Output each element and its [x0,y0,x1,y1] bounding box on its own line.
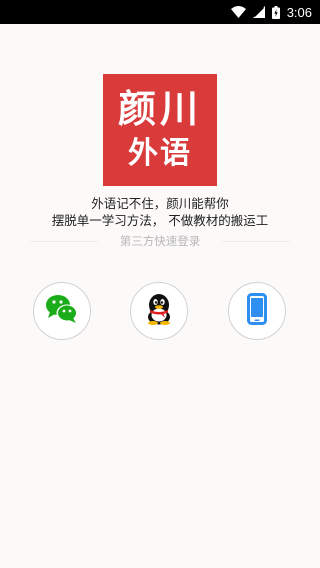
divider-right [222,241,290,242]
battery-icon [271,5,280,19]
logo-text-line1: 颜川 [117,87,202,131]
signal-icon [252,6,265,18]
status-time: 3:06 [286,4,312,20]
status-bar: 3:06 [0,0,320,24]
wechat-login-button[interactable] [33,282,91,340]
slogan-line2: 摆脱单一学习方法， 不做教材的搬运工 [51,213,269,228]
qq-login-button[interactable] [130,282,188,340]
wifi-icon [230,6,246,18]
phone-icon [247,293,267,329]
wechat-icon [45,294,79,328]
phone-login-button[interactable] [228,282,286,340]
app-logo: 颜川 外语 [103,74,217,186]
logo-text-line2: 外语 [128,136,192,171]
qq-penguin-icon [145,293,173,329]
